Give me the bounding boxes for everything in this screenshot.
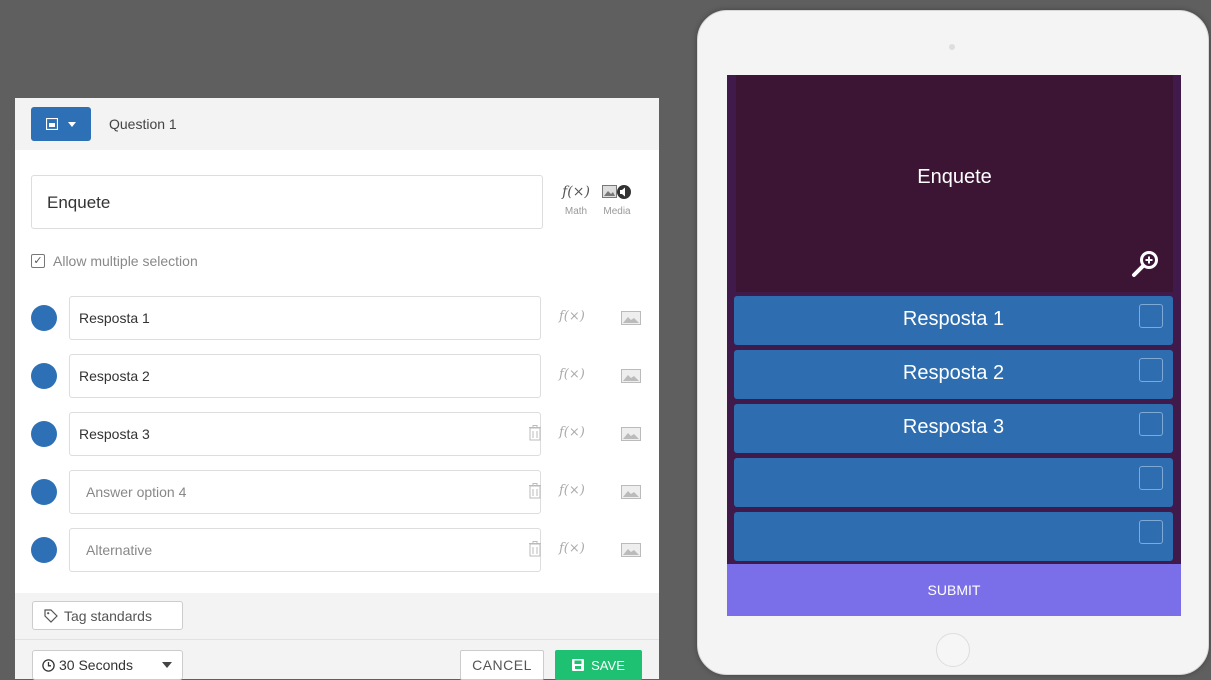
preview-option[interactable]: Resposta 1: [734, 296, 1173, 345]
answer-row: Alternative f(×): [31, 528, 643, 572]
time-limit-value: 30 Seconds: [59, 657, 133, 673]
image-icon[interactable]: [621, 311, 641, 325]
answer-input[interactable]: Resposta 3: [69, 412, 541, 456]
preview-option-checkbox[interactable]: [1139, 358, 1163, 382]
tablet-home-button: [936, 633, 970, 667]
answer-color-dot: [31, 363, 57, 389]
allow-multiple-toggle[interactable]: ✓ Allow multiple selection: [31, 253, 198, 269]
math-label: Math: [564, 206, 588, 217]
preview-question-text: Enquete: [917, 166, 992, 188]
question-type-dropdown[interactable]: [31, 107, 91, 141]
question-text-input[interactable]: Enquete: [31, 175, 543, 229]
trash-icon[interactable]: [529, 425, 541, 441]
allow-multiple-label: Allow multiple selection: [53, 253, 198, 269]
trash-icon[interactable]: [529, 541, 541, 557]
preview-option-checkbox[interactable]: [1139, 520, 1163, 544]
image-icon[interactable]: [621, 369, 641, 383]
media-label: Media: [603, 206, 631, 217]
answer-input[interactable]: Answer option 4: [69, 470, 541, 514]
preview-option[interactable]: Resposta 3: [734, 404, 1173, 453]
preview-option[interactable]: [734, 512, 1173, 561]
tag-standards-label: Tag standards: [64, 607, 152, 624]
save-button[interactable]: SAVE: [555, 650, 642, 680]
editor-header: Question 1: [15, 98, 659, 150]
answer-color-dot: [31, 479, 57, 505]
editor-footer: 30 Seconds CANCEL SAVE: [15, 639, 659, 680]
save-label: SAVE: [591, 657, 625, 673]
question-number-label: Question 1: [109, 116, 177, 132]
answer-row: Resposta 1 f(×): [31, 296, 643, 340]
image-icon[interactable]: [621, 485, 641, 499]
tag-standards-button[interactable]: Tag standards: [32, 601, 183, 630]
time-limit-select[interactable]: 30 Seconds: [32, 650, 183, 680]
preview-option-checkbox[interactable]: [1139, 412, 1163, 436]
answer-input[interactable]: Alternative: [69, 528, 541, 572]
media-icon: [597, 182, 637, 202]
math-icon[interactable]: f(×): [559, 541, 585, 556]
submit-button[interactable]: SUBMIT: [727, 564, 1181, 616]
answer-row: Answer option 4 f(×): [31, 470, 643, 514]
tablet-preview: Enquete Resposta 1 Resposta 2 Resposta 3…: [697, 10, 1209, 675]
answer-row: Resposta 3 f(×): [31, 412, 643, 456]
clock-icon: [42, 658, 55, 672]
question-editor: Question 1 Enquete f(×) Math Media ✓ All…: [15, 98, 659, 680]
image-icon[interactable]: [621, 427, 641, 441]
image-type-icon: [46, 118, 58, 130]
answer-input[interactable]: Resposta 1: [69, 296, 541, 340]
answer-color-dot: [31, 537, 57, 563]
answer-input[interactable]: Resposta 2: [69, 354, 541, 398]
math-icon[interactable]: f(×): [559, 309, 585, 324]
image-icon[interactable]: [621, 543, 641, 557]
trash-icon[interactable]: [529, 483, 541, 499]
preview-option-checkbox[interactable]: [1139, 466, 1163, 490]
math-icon[interactable]: f(×): [559, 483, 585, 498]
answer-color-dot: [31, 305, 57, 331]
caret-down-icon: [68, 121, 76, 127]
preview-screen: Enquete Resposta 1 Resposta 2 Resposta 3…: [727, 75, 1181, 616]
checkbox-icon[interactable]: ✓: [31, 254, 45, 268]
preview-option-label: Resposta 2: [902, 362, 1005, 384]
preview-option-checkbox[interactable]: [1139, 304, 1163, 328]
math-icon: f(×): [562, 184, 590, 200]
tablet-camera: [949, 44, 955, 50]
preview-option-label: Resposta 3: [902, 416, 1005, 438]
chevron-down-icon: [162, 662, 172, 668]
math-icon[interactable]: f(×): [559, 367, 585, 382]
math-button[interactable]: f(×) Math: [556, 182, 596, 217]
answer-color-dot: [31, 421, 57, 447]
cancel-button[interactable]: CANCEL: [460, 650, 544, 680]
math-icon[interactable]: f(×): [559, 425, 585, 440]
answer-row: Resposta 2 f(×): [31, 354, 643, 398]
tags-bar: Tag standards: [15, 593, 659, 639]
preview-option-label: Resposta 1: [902, 308, 1005, 330]
zoom-in-icon[interactable]: [1130, 248, 1162, 280]
preview-question-card: Enquete: [736, 75, 1173, 292]
preview-option[interactable]: Resposta 2: [734, 350, 1173, 399]
save-icon: [572, 659, 585, 671]
preview-option[interactable]: [734, 458, 1173, 507]
tag-icon: [44, 608, 58, 623]
media-button[interactable]: Media: [597, 182, 637, 217]
